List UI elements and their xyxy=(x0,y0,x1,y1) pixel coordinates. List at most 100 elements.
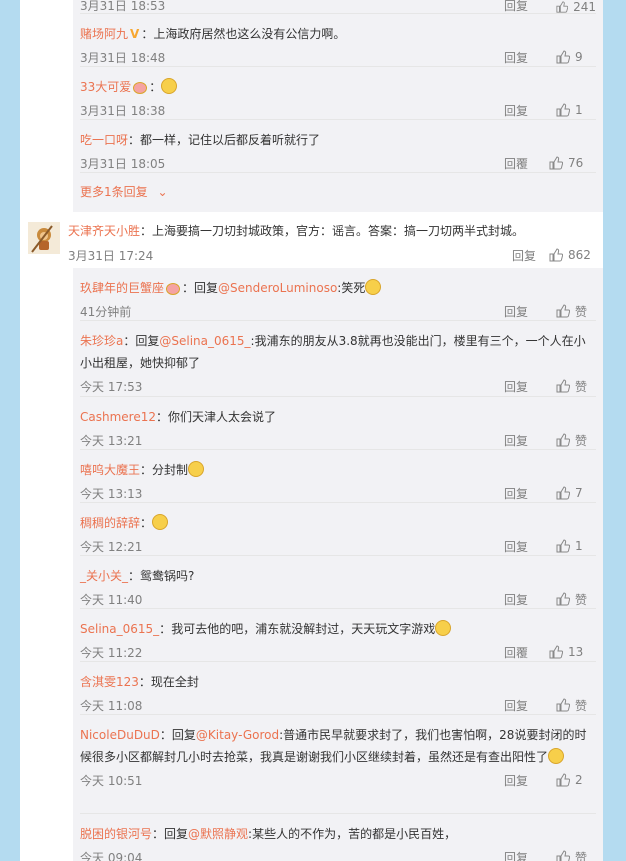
like-count: 76 xyxy=(568,156,584,170)
reply-button[interactable]: 回复 xyxy=(512,247,549,264)
reply-text: 分封制 xyxy=(152,463,189,477)
thumbs-up-icon xyxy=(556,773,570,787)
reply-time: 今天 10:51 xyxy=(80,773,143,788)
chevron-down-icon: ⌄ xyxy=(157,185,168,199)
reply-time: 今天 17:53 xyxy=(80,379,143,394)
reply-item: 稠稠的辞辞： 今天 12:21 回复 1 xyxy=(80,503,596,556)
thumbs-up-icon xyxy=(556,539,570,553)
reply-button[interactable]: 回复 xyxy=(504,102,556,119)
emoji-icon xyxy=(188,461,205,477)
like-count: 1 xyxy=(575,539,583,553)
reply-button[interactable]: 回覆 xyxy=(504,644,549,661)
reply-username[interactable]: NicoleDuDuD xyxy=(80,728,160,742)
thumbs-up-icon xyxy=(556,50,570,64)
like-button[interactable]: 赞 xyxy=(556,378,596,395)
reply-username[interactable]: Cashmere12 xyxy=(80,410,156,424)
reply-button[interactable]: 回复 xyxy=(504,432,556,449)
like-button[interactable]: 13 xyxy=(549,645,596,659)
like-count: 7 xyxy=(575,486,583,500)
reply-button[interactable]: 回复 xyxy=(504,485,556,502)
reply-username[interactable]: _关小关_ xyxy=(80,569,128,583)
reply-text: 上海政府居然也这么没有公信力啊。 xyxy=(153,27,346,41)
reply-item: 吃一口呀：都一样，记住以后都反着听就行了 3月31日 18:05 回覆 76 xyxy=(80,120,596,173)
mention-link[interactable]: @SenderoLuminoso xyxy=(218,281,337,295)
reply-text: 都一样，记住以后都反着听就行了 xyxy=(140,133,321,147)
thumbs-up-icon xyxy=(556,1,569,13)
thumbs-up-icon xyxy=(556,379,570,393)
like-button[interactable]: 7 xyxy=(556,486,596,500)
emoji-icon xyxy=(548,748,565,764)
mention-link[interactable]: @Selina_0615_ xyxy=(159,334,250,348)
reply-item: 嘻呜大魔王：分封制 今天 13:13 回复 7 xyxy=(80,450,596,503)
like-button[interactable]: 赞 xyxy=(556,303,596,320)
like-button[interactable]: 赞 xyxy=(556,849,596,861)
avatar[interactable] xyxy=(28,222,60,254)
reply-button[interactable]: 回复 xyxy=(504,591,556,608)
verified-badge-icon: V xyxy=(130,27,140,41)
reply-text: 我可去他的吧，浦东就没解封过，天天玩文字游戏 xyxy=(171,622,436,636)
thumbs-up-icon xyxy=(556,103,570,117)
like-button[interactable]: 241 xyxy=(556,0,596,14)
reply-button[interactable]: 回复 xyxy=(504,0,556,14)
reply-button[interactable]: 回复 xyxy=(504,303,556,320)
reply-text: :某些人的不作为，苦的都是小民百姓， xyxy=(248,827,457,841)
reply-button[interactable]: 回复 xyxy=(504,538,556,555)
mention-link[interactable]: @默照静观 xyxy=(188,827,248,841)
thumbs-up-icon xyxy=(549,156,563,170)
like-button[interactable]: 赞 xyxy=(556,697,596,714)
reply-button[interactable]: 回覆 xyxy=(504,155,549,172)
like-count: 862 xyxy=(568,248,591,262)
reply-text: :笑死 xyxy=(337,281,366,295)
reply-time: 41分钟前 xyxy=(80,304,132,319)
like-button[interactable]: 赞 xyxy=(556,432,596,449)
reply-button[interactable]: 回复 xyxy=(504,49,556,66)
thumbs-up-icon xyxy=(556,592,570,606)
reply-username[interactable]: 吃一口呀 xyxy=(80,133,128,147)
reply-username[interactable]: 玖肆年的巨蟹座 xyxy=(80,281,164,295)
like-count: 赞 xyxy=(575,698,588,713)
reply-username[interactable]: 33大可爱 xyxy=(80,80,131,94)
like-count: 赞 xyxy=(575,433,588,448)
monkey-avatar-icon xyxy=(31,225,53,253)
reply-username[interactable]: 赌场阿九 xyxy=(80,27,128,41)
like-button[interactable]: 9 xyxy=(556,50,596,64)
thumbs-up-icon xyxy=(549,248,563,262)
reply-item: NicoleDuDuD：回复@Kitay-Gorod:普通市民早就要求封了，我们… xyxy=(80,715,596,814)
reply-username[interactable]: 朱珍珍a xyxy=(80,334,123,348)
emoji-icon xyxy=(435,620,452,636)
like-count: 赞 xyxy=(575,379,588,394)
like-button[interactable]: 1 xyxy=(556,103,596,117)
reply-button[interactable]: 回复 xyxy=(504,772,556,789)
reply-username[interactable]: 嘻呜大魔王 xyxy=(80,463,140,477)
reply-time: 3月31日 18:05 xyxy=(80,156,166,171)
emoji-icon xyxy=(133,82,148,94)
reply-username[interactable]: 稠稠的辞辞 xyxy=(80,516,140,530)
like-button[interactable]: 76 xyxy=(549,156,596,170)
like-button[interactable]: 1 xyxy=(556,539,596,553)
like-button[interactable]: 赞 xyxy=(556,591,596,608)
reply-text: 现在全封 xyxy=(150,675,199,689)
reply-time: 今天 12:21 xyxy=(80,539,143,554)
comment-text: 上海要搞一刀切封城政策，官方：谣言。答案：搞一刀切两半式封城。 xyxy=(152,224,525,238)
reply-button[interactable]: 回复 xyxy=(504,378,556,395)
mention-link[interactable]: @Kitay-Gorod xyxy=(196,728,279,742)
like-count: 9 xyxy=(575,50,583,64)
reply-username[interactable]: 含淇雯123 xyxy=(80,675,139,689)
reply-item: Cashmere12：你们天津人太会说了 今天 13:21 回复 赞 xyxy=(80,397,596,450)
reply-username[interactable]: Selina_0615_ xyxy=(80,622,159,636)
thumbs-up-icon xyxy=(556,850,570,861)
reply-list-thread-1: 3月31日 18:53 回复 241 赌场阿九 V ：上海政府居然也这么没有公信力啊… xyxy=(73,0,603,212)
reply-item: 脱困的银河号：回复@默照静观:某些人的不作为，苦的都是小民百姓， 今天 09:0… xyxy=(80,814,596,861)
reply-time: 3月31日 18:48 xyxy=(80,50,166,65)
more-replies-link[interactable]: 更多1条回复 ⌄ xyxy=(73,173,603,203)
reply-username[interactable]: 脱困的银河号 xyxy=(80,827,152,841)
like-button[interactable]: 2 xyxy=(556,773,596,787)
thumbs-up-icon xyxy=(556,304,570,318)
thumbs-up-icon xyxy=(549,645,563,659)
reply-button[interactable]: 回复 xyxy=(504,697,556,714)
like-button[interactable]: 862 xyxy=(549,248,598,262)
reply-time: 今天 11:08 xyxy=(80,698,143,713)
reply-time: 今天 13:13 xyxy=(80,486,143,501)
reply-button[interactable]: 回复 xyxy=(504,849,556,861)
comment-username[interactable]: 天津齐天小胜 xyxy=(68,224,140,238)
